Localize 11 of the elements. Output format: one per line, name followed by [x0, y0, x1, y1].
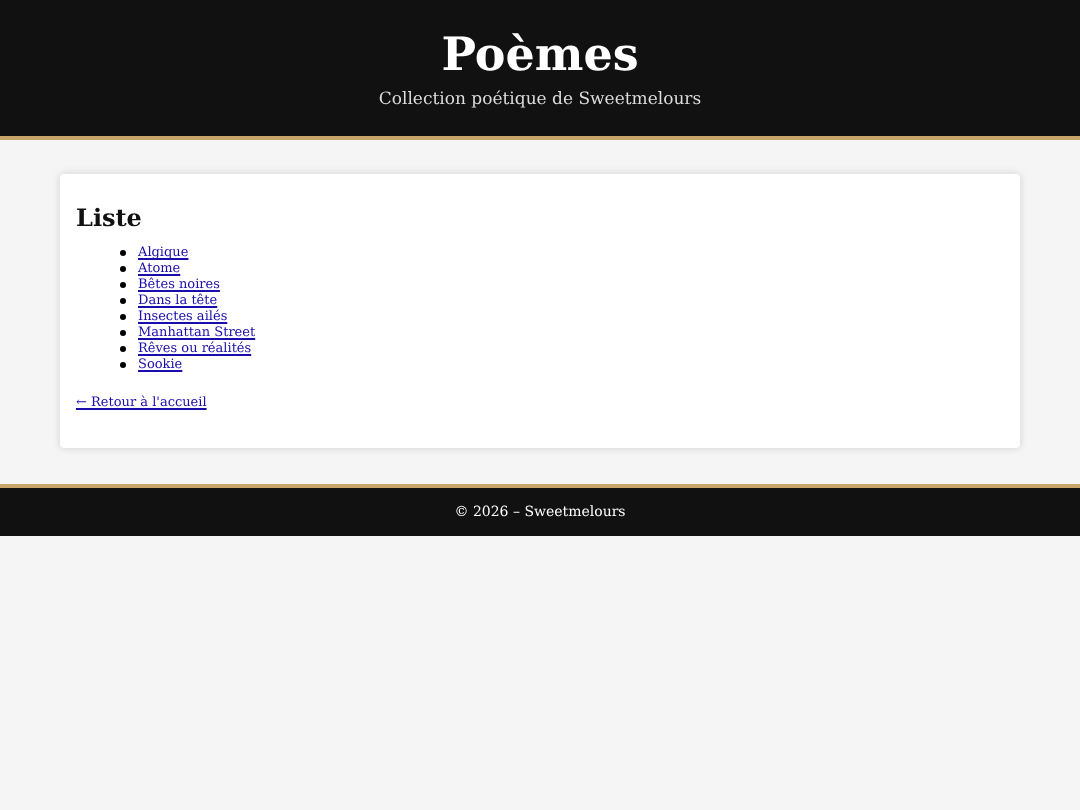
- bullet-icon: [120, 329, 126, 335]
- bullet-icon: [120, 281, 126, 287]
- bullet-icon: [120, 297, 126, 303]
- bullet-icon: [120, 313, 126, 319]
- bullet-icon: [120, 265, 126, 271]
- list-heading: Liste: [76, 202, 144, 234]
- site-title: Poèmes: [441, 28, 639, 84]
- site-subtitle: Collection poétique de Sweetmelours: [378, 88, 702, 112]
- bullet-icon: [120, 249, 126, 255]
- bullet-icon: [120, 345, 126, 351]
- bullet-icon: [120, 361, 126, 367]
